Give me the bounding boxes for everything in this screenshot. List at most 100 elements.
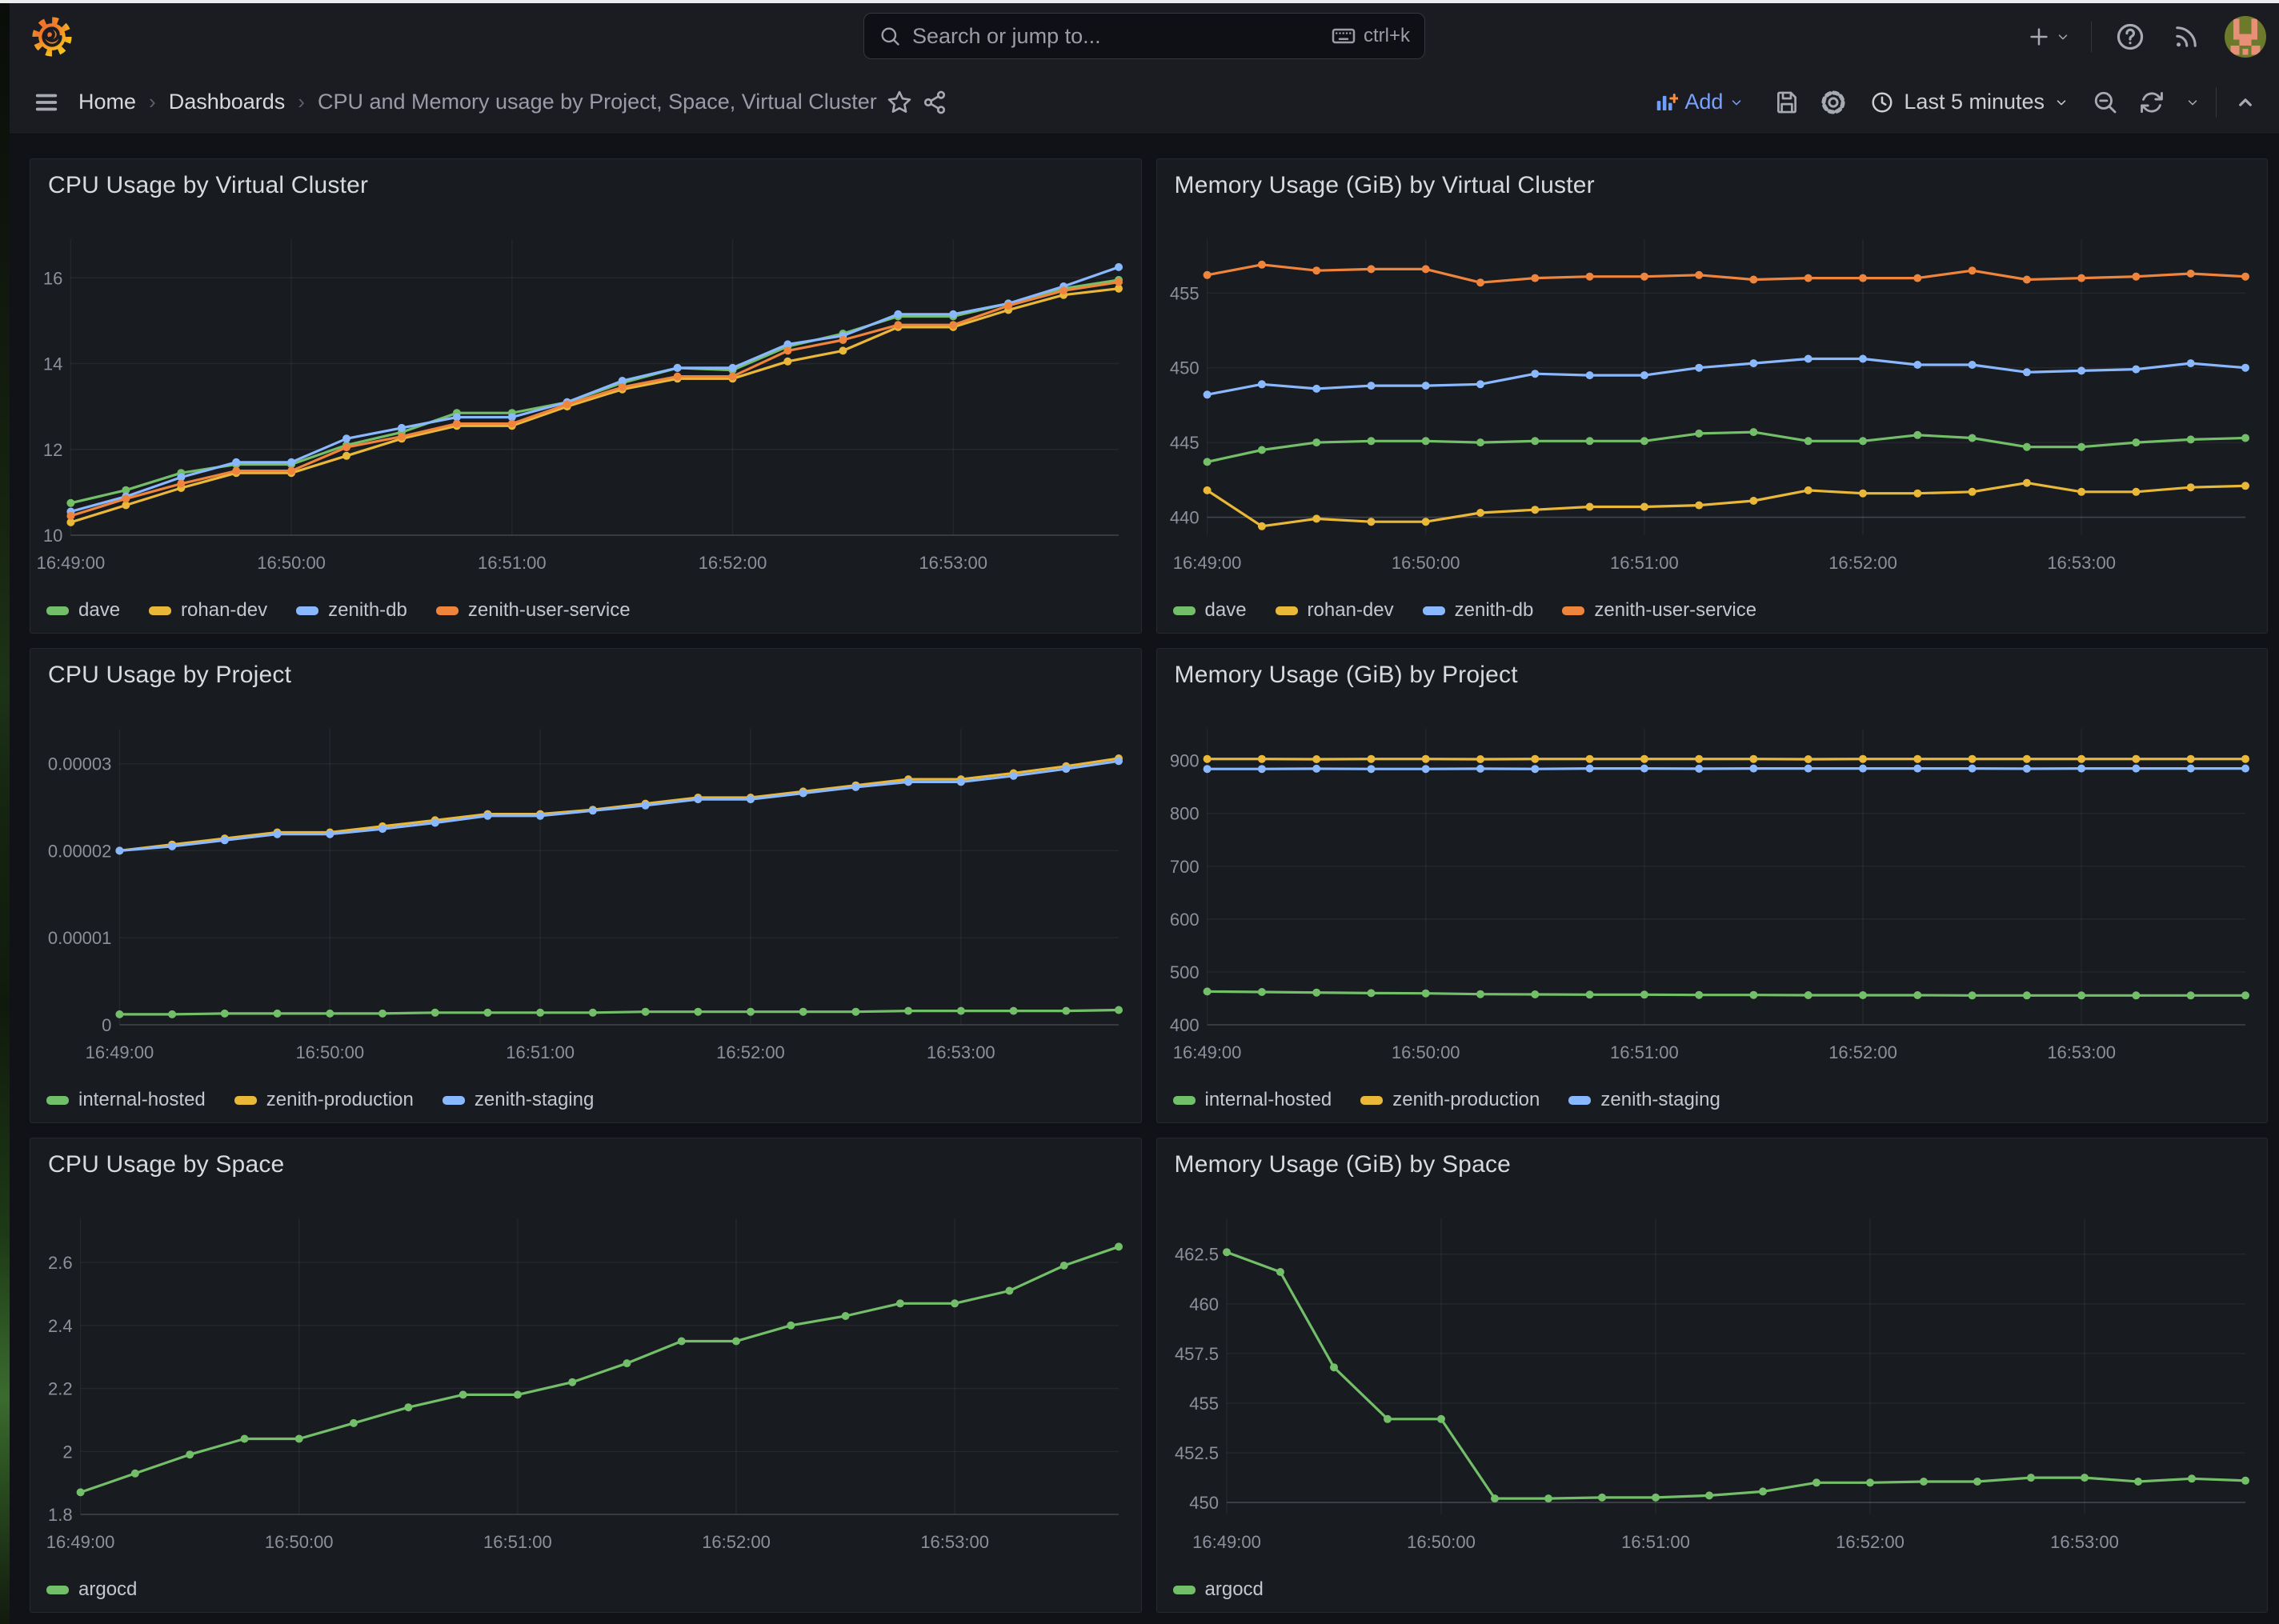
share-dashboard-button[interactable] bbox=[917, 85, 952, 120]
star-dashboard-button[interactable] bbox=[882, 85, 917, 120]
series-argocd bbox=[1223, 1248, 2249, 1502]
legend-item-zenith-production[interactable]: zenith-production bbox=[1360, 1089, 1540, 1111]
svg-text:460: 460 bbox=[1189, 1294, 1219, 1314]
legend-label: rohan-dev bbox=[181, 599, 267, 622]
help-circle-icon bbox=[2115, 22, 2145, 52]
svg-text:16:50:00: 16:50:00 bbox=[1391, 553, 1460, 573]
series-dave bbox=[1203, 428, 2249, 466]
svg-text:450: 450 bbox=[1189, 1493, 1219, 1513]
svg-text:16:52:00: 16:52:00 bbox=[1828, 1042, 1897, 1062]
time-range-picker[interactable]: Last 5 minutes bbox=[1862, 90, 2077, 114]
svg-text:16:51:00: 16:51:00 bbox=[478, 553, 547, 573]
share-icon bbox=[922, 90, 947, 115]
series-internal-hosted bbox=[1203, 987, 2249, 999]
chart-plot: 450452.5455457.5460462.516:49:0016:50:00… bbox=[1157, 1138, 2269, 1613]
panel-title[interactable]: CPU Usage by Virtual Cluster bbox=[48, 172, 368, 199]
svg-text:14: 14 bbox=[43, 354, 62, 374]
rss-icon bbox=[2172, 22, 2201, 51]
new-dropdown-button[interactable] bbox=[2027, 25, 2070, 49]
breadcrumb-dashboards[interactable]: Dashboards bbox=[169, 90, 286, 114]
panel-title[interactable]: Memory Usage (GiB) by Project bbox=[1175, 662, 1518, 689]
refresh-interval-button[interactable] bbox=[2181, 85, 2205, 120]
menu-icon bbox=[33, 89, 60, 116]
legend-item-argocd[interactable]: argocd bbox=[1173, 1578, 1264, 1601]
chart-plot: 44044545045516:49:0016:50:0016:51:0016:5… bbox=[1157, 159, 2269, 634]
screen-top-edge bbox=[0, 0, 2279, 3]
legend-item-internal-hosted[interactable]: internal-hosted bbox=[46, 1089, 206, 1111]
mega-menu-button[interactable] bbox=[29, 85, 64, 120]
dashboard-settings-button[interactable] bbox=[1816, 85, 1851, 120]
legend-label: zenith-staging bbox=[475, 1089, 594, 1111]
collapse-topbar-button[interactable] bbox=[2228, 85, 2263, 120]
legend-item-dave[interactable]: dave bbox=[46, 599, 120, 622]
series-zenith-user-service bbox=[1203, 261, 2249, 286]
panel-cpu-usage-by-virtual-cluster: CPU Usage by Virtual Cluster1012141616:4… bbox=[30, 158, 1142, 634]
legend-item-zenith-staging[interactable]: zenith-staging bbox=[443, 1089, 594, 1111]
legend-label: zenith-production bbox=[1392, 1089, 1540, 1111]
legend-item-rohan-dev[interactable]: rohan-dev bbox=[1276, 599, 1394, 622]
save-dashboard-button[interactable] bbox=[1769, 85, 1804, 120]
legend-label: zenith-db bbox=[328, 599, 407, 622]
legend-item-zenith-db[interactable]: zenith-db bbox=[296, 599, 407, 622]
legend-item-dave[interactable]: dave bbox=[1173, 599, 1247, 622]
series-internal-hosted bbox=[115, 1006, 1123, 1018]
legend-item-internal-hosted[interactable]: internal-hosted bbox=[1173, 1089, 1332, 1111]
svg-text:455: 455 bbox=[1169, 283, 1199, 303]
breadcrumb: Home › Dashboards › CPU and Memory usage… bbox=[78, 90, 877, 114]
legend-swatch bbox=[1276, 606, 1298, 615]
svg-text:16:49:00: 16:49:00 bbox=[46, 1532, 115, 1552]
panel-title[interactable]: CPU Usage by Project bbox=[48, 662, 291, 689]
svg-text:2: 2 bbox=[62, 1442, 72, 1462]
legend-label: zenith-db bbox=[1455, 599, 1534, 622]
desktop-wallpaper-edge bbox=[0, 3, 10, 1624]
breadcrumb-current-page: CPU and Memory usage by Project, Space, … bbox=[318, 90, 877, 114]
breadcrumb-home[interactable]: Home bbox=[78, 90, 136, 114]
help-button[interactable] bbox=[2113, 19, 2148, 54]
legend-swatch bbox=[1173, 1096, 1196, 1105]
chevron-down-icon bbox=[2185, 95, 2200, 110]
panel-title[interactable]: Memory Usage (GiB) by Space bbox=[1175, 1151, 1512, 1178]
svg-text:16:51:00: 16:51:00 bbox=[1621, 1532, 1690, 1552]
avatar[interactable] bbox=[2225, 16, 2266, 58]
time-range-label: Last 5 minutes bbox=[1904, 90, 2045, 114]
gear-icon bbox=[1819, 88, 1848, 117]
svg-text:445: 445 bbox=[1169, 433, 1199, 453]
news-button[interactable] bbox=[2169, 19, 2204, 54]
legend-item-zenith-production[interactable]: zenith-production bbox=[234, 1089, 414, 1111]
svg-text:16:49:00: 16:49:00 bbox=[86, 1042, 154, 1062]
series-zenith-db bbox=[66, 263, 1123, 516]
chart-plot: 40050060070080090016:49:0016:50:0016:51:… bbox=[1157, 649, 2269, 1123]
legend-label: rohan-dev bbox=[1308, 599, 1394, 622]
legend-swatch bbox=[149, 606, 171, 615]
svg-text:16:50:00: 16:50:00 bbox=[265, 1532, 334, 1552]
refresh-dashboard-button[interactable] bbox=[2134, 85, 2169, 120]
svg-text:400: 400 bbox=[1169, 1015, 1199, 1035]
legend-label: zenith-user-service bbox=[1594, 599, 1756, 622]
legend-swatch bbox=[46, 1096, 69, 1105]
panel-title[interactable]: Memory Usage (GiB) by Virtual Cluster bbox=[1175, 172, 1595, 199]
add-panel-button[interactable]: Add bbox=[1654, 90, 1744, 114]
series-zenith-db bbox=[1203, 355, 2249, 399]
panel-memory-usage-gib-by-virtual-cluster: Memory Usage (GiB) by Virtual Cluster440… bbox=[1156, 158, 2269, 634]
panel-legend: dave rohan-dev zenith-db zenith-user-servic… bbox=[1173, 599, 1757, 622]
legend-item-argocd[interactable]: argocd bbox=[46, 1578, 137, 1601]
legend-item-zenith-db[interactable]: zenith-db bbox=[1423, 599, 1534, 622]
legend-item-zenith-staging[interactable]: zenith-staging bbox=[1568, 1089, 1720, 1111]
svg-text:16:53:00: 16:53:00 bbox=[919, 553, 987, 573]
legend-item-zenith-user-service[interactable]: zenith-user-service bbox=[436, 599, 631, 622]
save-icon bbox=[1773, 89, 1800, 116]
legend-item-rohan-dev[interactable]: rohan-dev bbox=[149, 599, 267, 622]
panel-legend: internal-hosted zenith-production zenith-s… bbox=[1173, 1089, 1720, 1111]
svg-text:900: 900 bbox=[1169, 751, 1199, 771]
legend-item-zenith-user-service[interactable]: zenith-user-service bbox=[1562, 599, 1756, 622]
svg-text:16:49:00: 16:49:00 bbox=[1172, 553, 1241, 573]
chevron-up-icon bbox=[2233, 90, 2257, 114]
search-input[interactable]: Search or jump to... ctrl+k bbox=[863, 13, 1425, 59]
series-argocd bbox=[77, 1242, 1123, 1496]
zoom-out-time-button[interactable] bbox=[2088, 85, 2123, 120]
grafana-logo[interactable] bbox=[30, 15, 74, 58]
panel-title[interactable]: CPU Usage by Space bbox=[48, 1151, 284, 1178]
legend-swatch bbox=[1173, 1586, 1196, 1594]
svg-text:16:49:00: 16:49:00 bbox=[37, 553, 106, 573]
svg-text:16:53:00: 16:53:00 bbox=[2047, 1042, 2116, 1062]
